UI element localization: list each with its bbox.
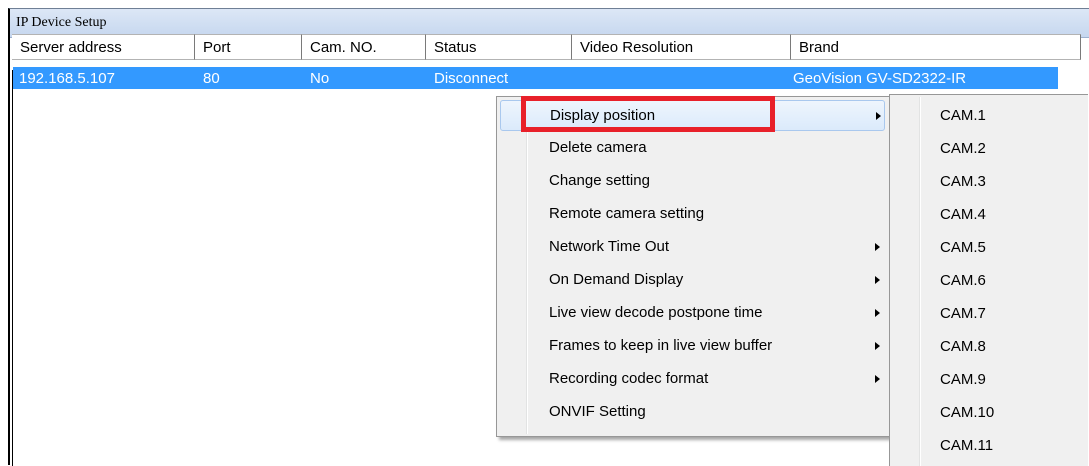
column-header-status[interactable]: Status bbox=[426, 34, 572, 60]
menu-item-live-view-decode-postpone-time[interactable]: Live view decode postpone time bbox=[500, 298, 885, 329]
submenu-item-cam-5[interactable]: CAM.5 bbox=[940, 239, 986, 256]
submenu-icon-gutter bbox=[919, 97, 921, 466]
menu-item-label: Delete camera bbox=[549, 139, 647, 156]
menu-item-recording-codec-format[interactable]: Recording codec format bbox=[500, 364, 885, 395]
column-header-brand[interactable]: Brand bbox=[791, 34, 1081, 60]
list-left-border bbox=[12, 70, 13, 466]
submenu-item-cam-10[interactable]: CAM.10 bbox=[940, 404, 994, 421]
submenu-arrow-icon bbox=[876, 112, 881, 120]
column-header-video-resolution[interactable]: Video Resolution bbox=[572, 34, 791, 60]
submenu-arrow-icon bbox=[875, 243, 880, 251]
menu-item-onvif-setting[interactable]: ONVIF Setting bbox=[500, 397, 885, 428]
menu-item-delete-camera[interactable]: Delete camera bbox=[500, 133, 885, 164]
submenu-item-cam-9[interactable]: CAM.9 bbox=[940, 371, 986, 388]
context-menu: Display position Delete camera Change se… bbox=[496, 96, 891, 437]
submenu-arrow-icon bbox=[875, 342, 880, 350]
menu-item-on-demand-display[interactable]: On Demand Display bbox=[500, 265, 885, 296]
highlight-box bbox=[521, 96, 775, 132]
submenu-item-cam-11[interactable]: CAM.11 bbox=[940, 437, 993, 454]
menu-item-network-time-out[interactable]: Network Time Out bbox=[500, 232, 885, 263]
menu-item-label: ONVIF Setting bbox=[549, 403, 646, 420]
cell-status: Disconnect bbox=[434, 70, 509, 87]
table-row[interactable]: 192.168.5.107 80 No Disconnect GeoVision… bbox=[13, 67, 1058, 89]
cell-brand: GeoVision GV-SD2322-IR bbox=[793, 70, 967, 87]
menu-item-change-setting[interactable]: Change setting bbox=[500, 166, 885, 197]
submenu-item-cam-2[interactable]: CAM.2 bbox=[940, 140, 986, 157]
menu-item-label: Change setting bbox=[549, 172, 650, 189]
device-table-header: Server address Port Cam. NO. Status Vide… bbox=[12, 34, 1081, 60]
submenu-arrow-icon bbox=[875, 309, 880, 317]
menu-item-frames-to-keep[interactable]: Frames to keep in live view buffer bbox=[500, 331, 885, 362]
submenu-arrow-icon bbox=[875, 276, 880, 284]
menu-item-label: Frames to keep in live view buffer bbox=[549, 337, 773, 354]
submenu-item-cam-8[interactable]: CAM.8 bbox=[940, 338, 986, 355]
menu-item-remote-camera-setting[interactable]: Remote camera setting bbox=[500, 199, 885, 230]
column-header-server-address[interactable]: Server address bbox=[12, 34, 195, 60]
display-position-submenu: CAM.1 CAM.2 CAM.3 CAM.4 CAM.5 CAM.6 CAM.… bbox=[889, 94, 1088, 466]
column-header-cam-no[interactable]: Cam. NO. bbox=[302, 34, 426, 60]
submenu-item-cam-3[interactable]: CAM.3 bbox=[940, 173, 986, 190]
submenu-item-cam-7[interactable]: CAM.7 bbox=[940, 305, 986, 322]
submenu-item-cam-1[interactable]: CAM.1 bbox=[940, 107, 986, 124]
window-title: IP Device Setup bbox=[16, 15, 107, 30]
cell-port: 80 bbox=[203, 70, 220, 87]
submenu-arrow-icon bbox=[875, 375, 880, 383]
submenu-item-cam-4[interactable]: CAM.4 bbox=[940, 206, 986, 223]
menu-item-label: Remote camera setting bbox=[549, 205, 705, 222]
column-header-port[interactable]: Port bbox=[195, 34, 302, 60]
menu-item-label: Recording codec format bbox=[549, 370, 709, 387]
menu-item-label: Network Time Out bbox=[549, 238, 670, 255]
menu-item-label: On Demand Display bbox=[549, 271, 684, 288]
menu-item-label: Live view decode postpone time bbox=[549, 304, 763, 321]
cell-server-address: 192.168.5.107 bbox=[19, 70, 115, 87]
submenu-item-cam-6[interactable]: CAM.6 bbox=[940, 272, 986, 289]
cell-cam-no: No bbox=[310, 70, 330, 87]
